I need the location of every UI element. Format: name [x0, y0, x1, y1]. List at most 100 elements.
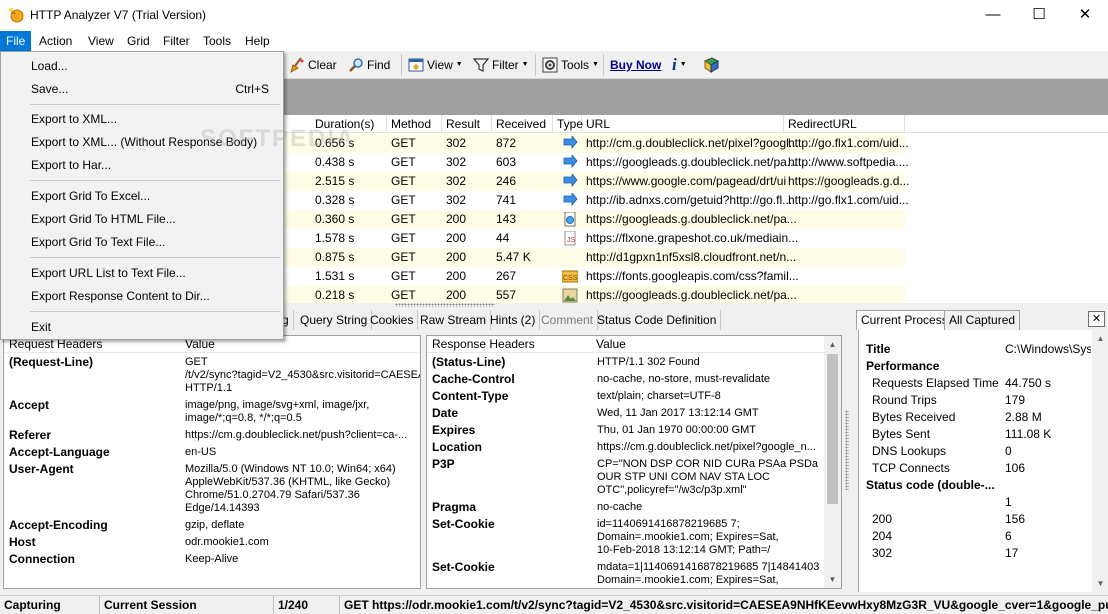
header-row[interactable]: Referer https://cm.g.doubleclick.net/push…: [4, 429, 420, 446]
stat-row[interactable]: Status code (double-...: [859, 477, 1091, 494]
menu-item-export-html[interactable]: Export Grid To HTML File...: [3, 208, 281, 231]
close-panel-button[interactable]: ✕: [1088, 311, 1105, 327]
cell-redirect-url: http://go.flx1.com/uid...: [788, 136, 909, 150]
scroll-thumb[interactable]: [827, 354, 838, 504]
header-row[interactable]: Connection Keep-Alive: [4, 553, 420, 570]
menu-item-export-excel[interactable]: Export Grid To Excel...: [3, 185, 281, 208]
cell-redirect-url: [784, 210, 788, 229]
cell-received: 557: [496, 288, 517, 302]
column-url[interactable]: URL: [582, 115, 784, 133]
header-row[interactable]: Pragma no-cache: [427, 501, 841, 518]
column-result[interactable]: Result: [442, 115, 492, 133]
stat-row[interactable]: Requests Elapsed Time 44.750 s: [859, 375, 1091, 392]
buy-now-link[interactable]: Buy Now: [610, 55, 661, 75]
menu-tools[interactable]: Tools: [197, 31, 237, 51]
stat-row[interactable]: 204 6: [859, 528, 1091, 545]
header-row[interactable]: Accept image/png, image/svg+xml, image/jx…: [4, 399, 420, 429]
tab-all-captured[interactable]: All Captured: [944, 310, 1021, 330]
close-button[interactable]: ✕: [1062, 0, 1108, 31]
vertical-splitter[interactable]: [845, 410, 849, 490]
header-row[interactable]: P3P CP="NON DSP COR NID CURa PSAa PSDa OU…: [427, 458, 841, 501]
header-row[interactable]: Date Wed, 11 Jan 2017 13:12:14 GMT: [427, 407, 841, 424]
cell-redirect-url: [784, 248, 788, 267]
tab-cookies[interactable]: Cookies: [366, 310, 419, 330]
stat-row[interactable]: Performance: [859, 358, 1091, 375]
header-row[interactable]: Accept-Language en-US: [4, 446, 420, 463]
menu-item-export-text[interactable]: Export Grid To Text File...: [3, 231, 281, 254]
clear-button[interactable]: Clear: [289, 55, 337, 75]
help-book-button[interactable]: [703, 55, 719, 75]
scroll-down-icon[interactable]: ▼: [1092, 575, 1108, 592]
cell-received: 741: [496, 193, 517, 207]
process-scrollbar[interactable]: ▲ ▼: [1092, 330, 1108, 592]
info-dropdown[interactable]: i ▼: [672, 55, 687, 75]
header-row[interactable]: Location https://cm.g.doubleclick.net/pix…: [427, 441, 841, 458]
redirect-icon: [562, 191, 578, 208]
stat-row[interactable]: Bytes Received 2.88 M: [859, 409, 1091, 426]
view-dropdown[interactable]: View ▼: [408, 55, 463, 75]
menu-item-load[interactable]: Load...: [3, 55, 281, 78]
tab-comment[interactable]: Comment: [537, 310, 599, 330]
chevron-down-icon: ▼: [521, 61, 529, 68]
menu-help[interactable]: Help: [239, 31, 276, 51]
menu-item-exit[interactable]: Exit: [3, 316, 281, 339]
cell-received: 44: [496, 231, 510, 245]
stat-row[interactable]: 200 156: [859, 511, 1091, 528]
tools-dropdown[interactable]: Tools ▼: [542, 55, 599, 75]
column-redirect-url[interactable]: RedirectURL: [784, 115, 905, 133]
menu-file[interactable]: File: [0, 31, 32, 51]
header-row[interactable]: (Status-Line) HTTP/1.1 302 Found: [427, 356, 841, 373]
scroll-up-icon[interactable]: ▲: [824, 336, 841, 353]
cell-received: 143: [496, 212, 517, 226]
stat-row[interactable]: Round Trips 179: [859, 392, 1091, 409]
header-row[interactable]: Set-Cookie id=1140691416878219685 7; Doma…: [427, 518, 841, 561]
column-method[interactable]: Method: [387, 115, 442, 133]
find-button[interactable]: Find: [348, 55, 390, 75]
header-row[interactable]: Set-Cookie mdata=1|1140691416878219685 7|…: [427, 561, 841, 588]
stat-name: 302: [872, 546, 893, 560]
stat-row[interactable]: Title C:\Windows\Syst: [859, 341, 1091, 358]
header-value: mdata=1|1140691416878219685 7|14841403 D…: [597, 561, 820, 586]
menu-filter[interactable]: Filter: [157, 31, 196, 51]
horizontal-splitter[interactable]: [395, 303, 495, 307]
header-row[interactable]: (Request-Line) GET /t/v2/sync?tagid=V2_45…: [4, 356, 420, 399]
stat-row[interactable]: 1: [859, 494, 1091, 511]
stat-row[interactable]: TCP Connects 106: [859, 460, 1091, 477]
filter-dropdown[interactable]: Filter ▼: [473, 55, 529, 75]
header-row[interactable]: Cache-Control no-cache, no-store, must-re…: [427, 373, 841, 390]
menu-item-export-response[interactable]: Export Response Content to Dir...: [3, 285, 281, 308]
menu-view[interactable]: View: [82, 31, 120, 51]
header-row[interactable]: Host odr.mookie1.com: [4, 536, 420, 553]
menu-item-export-har[interactable]: Export to Har...: [3, 154, 281, 177]
header-row[interactable]: Accept-Encoding gzip, deflate: [4, 519, 420, 536]
header-row[interactable]: User-Agent Mozilla/5.0 (Windows NT 10.0; …: [4, 463, 420, 519]
tab-current-process[interactable]: Current Process: [856, 310, 953, 330]
column-type[interactable]: Type: [553, 115, 583, 133]
cell-redirect-url: [784, 286, 788, 303]
cell-url: https://fonts.googleapis.com/css?famil..…: [586, 269, 799, 283]
menu-item-save[interactable]: Save... Ctrl+S: [3, 78, 281, 101]
maximize-button[interactable]: ☐: [1016, 0, 1062, 31]
scroll-up-icon[interactable]: ▲: [1092, 330, 1108, 347]
header-row[interactable]: Content-Type text/plain; charset=UTF-8: [427, 390, 841, 407]
minimize-button[interactable]: —: [970, 0, 1016, 31]
stat-row[interactable]: 302 17: [859, 545, 1091, 562]
stat-row[interactable]: Bytes Sent 111.08 K: [859, 426, 1091, 443]
header-row[interactable]: Expires Thu, 01 Jan 1970 00:00:00 GMT: [427, 424, 841, 441]
header-name: Host: [9, 535, 36, 549]
menu-grid[interactable]: Grid: [121, 31, 156, 51]
tab-raw-stream[interactable]: Raw Stream: [416, 310, 492, 330]
menu-item-export-url-list[interactable]: Export URL List to Text File...: [3, 262, 281, 285]
column-received[interactable]: Received: [492, 115, 553, 133]
stat-row[interactable]: DNS Lookups 0: [859, 443, 1091, 460]
menu-action[interactable]: Action: [33, 31, 78, 51]
cell-url: http://d1gpxn1nf5xsl8.cloudfront.net/n..…: [586, 250, 797, 264]
response-scrollbar[interactable]: ▲ ▼: [824, 336, 841, 588]
buy-now-label: Buy Now: [610, 58, 662, 72]
tab-status-code-definition[interactable]: Status Code Definition: [593, 310, 722, 330]
scroll-down-icon[interactable]: ▼: [824, 571, 841, 588]
view-label: View: [427, 58, 453, 72]
tab-query-string[interactable]: Query String: [296, 310, 373, 330]
tab-hints[interactable]: Hints (2): [486, 310, 541, 330]
cell-result: 200: [446, 269, 467, 283]
